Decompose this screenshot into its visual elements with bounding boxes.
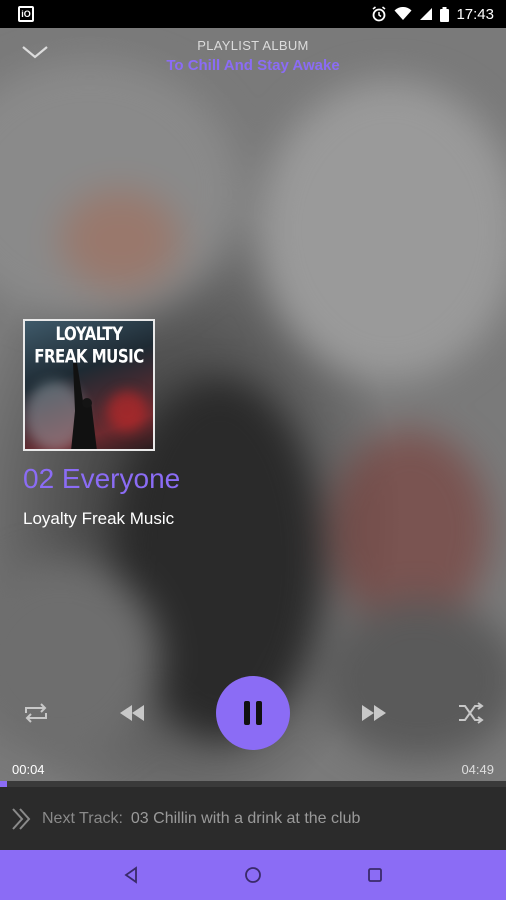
player-screen: iO 17:43 PLAYLIST ALBUM To Chill And Sta…: [0, 0, 506, 900]
repeat-button[interactable]: [18, 696, 54, 730]
chevron-right-icon: [12, 807, 31, 830]
nav-back-button[interactable]: [111, 855, 151, 895]
status-time: 17:43: [456, 5, 494, 23]
pause-button[interactable]: [216, 676, 290, 750]
shuffle-button[interactable]: [453, 696, 489, 730]
album-art-figure: [71, 363, 97, 449]
nav-recents-button[interactable]: [355, 855, 395, 895]
track-title: 02 Everyone: [23, 463, 181, 494]
total-time: 04:49: [461, 762, 494, 777]
battery-icon: [440, 6, 450, 22]
home-icon: [245, 867, 261, 883]
alarm-icon: [372, 6, 386, 22]
next-track-title: 03 Chillin with a drink at the club: [130, 809, 361, 827]
system-nav-bar: [0, 850, 506, 900]
playlist-type-label: PLAYLIST ALBUM: [197, 38, 309, 53]
pause-icon: [244, 701, 262, 725]
fast-forward-button[interactable]: [356, 696, 392, 730]
signal-icon: [420, 8, 433, 20]
nav-home-button[interactable]: [233, 855, 273, 895]
playback-controls: [0, 676, 506, 750]
player-header: PLAYLIST ALBUM To Chill And Stay Awake: [0, 36, 506, 82]
shuffle-icon: [459, 702, 484, 724]
fast-forward-icon: [362, 705, 386, 721]
track-artist: Loyalty Freak Music: [23, 509, 175, 528]
next-track-label: Next Track:: [42, 809, 123, 827]
rewind-icon: [120, 705, 144, 721]
app-badge-icon: iO: [18, 6, 34, 22]
repeat-icon: [25, 703, 47, 723]
elapsed-time: 00:04: [12, 762, 45, 777]
next-track-bar[interactable]: Next Track: 03 Chillin with a drink at t…: [0, 787, 506, 850]
back-icon: [124, 866, 137, 884]
playlist-title[interactable]: To Chill And Stay Awake: [0, 57, 506, 74]
album-art: LOYALTY FREAK MUSIC: [23, 319, 155, 451]
recents-icon: [368, 868, 382, 882]
rewind-button[interactable]: [114, 696, 150, 730]
wifi-icon: [394, 7, 412, 20]
status-bar: iO 17:43: [0, 0, 506, 28]
